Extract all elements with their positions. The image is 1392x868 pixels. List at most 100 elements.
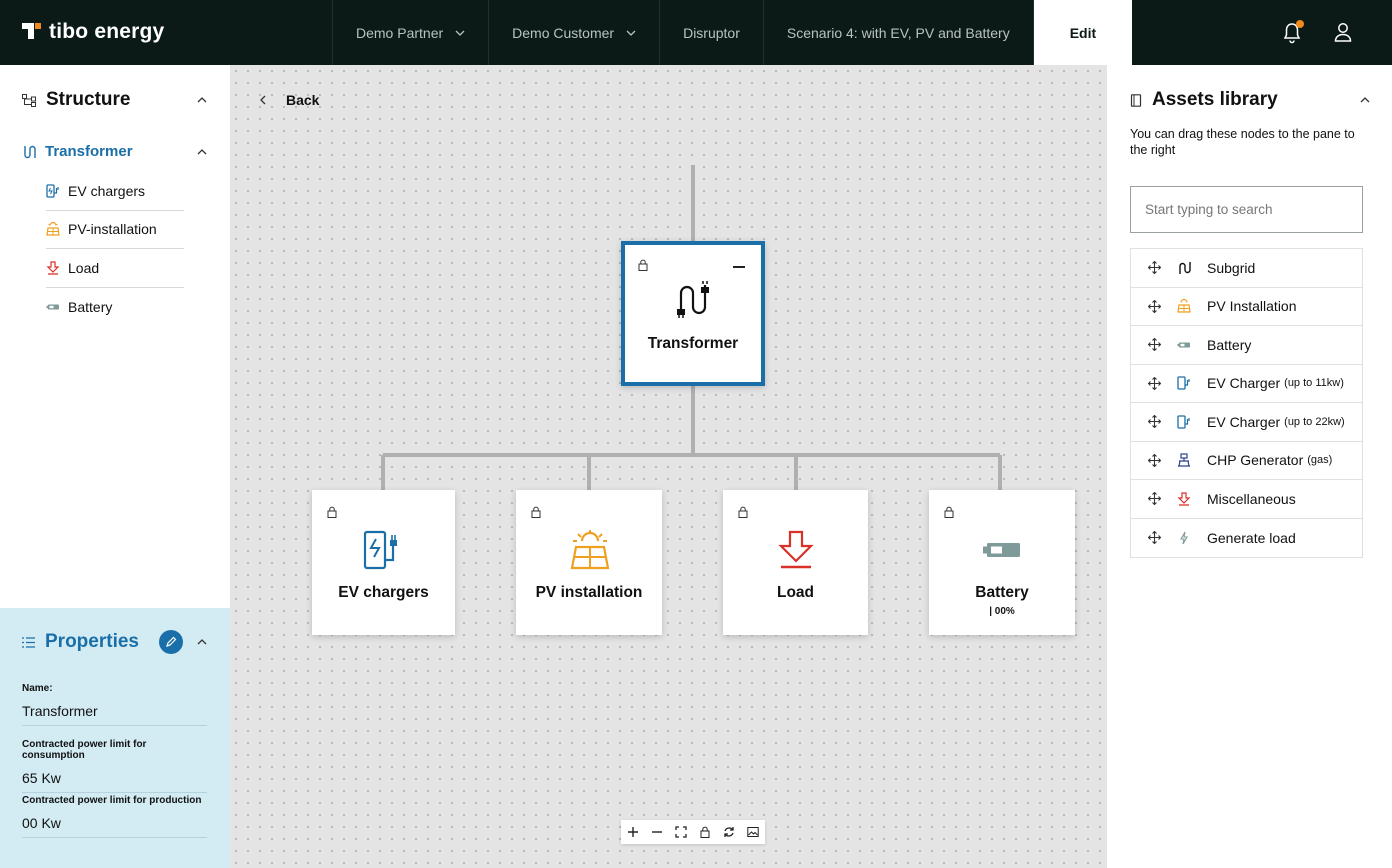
nav-scenario[interactable]: Scenario 4: with EV, PV and Battery xyxy=(762,0,1033,65)
property-value: 00 Kw xyxy=(22,815,207,838)
lock-canvas-button[interactable] xyxy=(693,820,717,844)
node-transformer[interactable]: Transformer xyxy=(621,241,765,386)
notification-badge xyxy=(1296,20,1304,28)
lock-icon[interactable] xyxy=(531,506,541,518)
notifications-button[interactable] xyxy=(1282,20,1304,44)
lock-icon[interactable] xyxy=(327,506,337,518)
asset-subgrid[interactable]: Subgrid xyxy=(1131,249,1362,288)
assets-section-header[interactable]: Assets library xyxy=(1130,89,1370,111)
chevron-down-icon xyxy=(455,30,465,36)
assets-library-panel: Assets library You can drag these nodes … xyxy=(1107,65,1392,868)
tree-item-pv-installation[interactable]: PV-installation xyxy=(46,211,184,249)
asset-label: Miscellaneous xyxy=(1207,490,1296,507)
refresh-button[interactable] xyxy=(717,820,741,844)
tree-item-label: EV chargers xyxy=(68,182,146,199)
properties-section-header[interactable]: Properties xyxy=(22,630,207,654)
tree-item-load[interactable]: Load xyxy=(46,249,184,288)
export-image-button[interactable] xyxy=(741,820,765,844)
brand-logo[interactable]: tibo energy xyxy=(22,20,164,44)
fit-view-icon xyxy=(675,826,687,838)
asset-generate-load[interactable]: Generate load xyxy=(1131,519,1362,558)
user-icon[interactable] xyxy=(1334,22,1352,42)
load-arrow-icon xyxy=(46,261,60,275)
pencil-icon xyxy=(166,636,177,647)
asset-miscellaneous[interactable]: Miscellaneous xyxy=(1131,480,1362,519)
drag-handle-icon[interactable] xyxy=(1147,453,1161,467)
fit-view-button[interactable] xyxy=(669,820,693,844)
asset-chp-generator[interactable]: CHP Generator (gas) xyxy=(1131,442,1362,480)
edit-button-label: Edit xyxy=(1069,24,1097,41)
property-label: Contracted power limit for production xyxy=(22,795,202,806)
edit-properties-button[interactable] xyxy=(159,630,183,654)
node-ev-chargers[interactable]: EV chargers xyxy=(312,490,455,635)
battery-icon xyxy=(1177,342,1190,348)
battery-icon xyxy=(983,543,1020,557)
drag-handle-icon[interactable] xyxy=(1147,415,1161,429)
drag-handle-icon[interactable] xyxy=(1147,261,1161,275)
tree-item-transformer[interactable]: Transformer xyxy=(22,143,207,160)
structure-section-header[interactable]: Structure xyxy=(22,89,207,111)
tree-root-label: Transformer xyxy=(45,143,133,160)
node-label: EV chargers xyxy=(338,584,429,601)
zoom-in-icon xyxy=(628,827,638,837)
collapse-icon[interactable] xyxy=(733,266,745,268)
drag-handle-icon[interactable] xyxy=(1147,492,1161,506)
nav-customer-dropdown[interactable]: Demo Customer xyxy=(488,0,659,65)
asset-label: PV Installation xyxy=(1207,298,1297,315)
ev-charger-icon xyxy=(363,530,397,570)
properties-title: Properties xyxy=(45,631,139,652)
solar-panel-icon xyxy=(1177,299,1191,313)
zoom-in-button[interactable] xyxy=(621,820,645,844)
drag-handle-icon[interactable] xyxy=(1147,299,1161,313)
lock-icon[interactable] xyxy=(638,259,648,271)
asset-label: CHP Generator xyxy=(1207,452,1304,469)
chevron-up-icon[interactable] xyxy=(1360,97,1370,103)
tree-item-battery[interactable]: Battery xyxy=(46,288,184,327)
chevron-up-icon[interactable] xyxy=(197,148,207,155)
chevron-up-icon[interactable] xyxy=(197,97,207,103)
brand-name: tibo energy xyxy=(49,20,165,43)
node-pv-installation[interactable]: PV installation xyxy=(516,490,662,635)
structure-tree-icon xyxy=(22,93,36,107)
context-navigation: Demo Partner Demo Customer Disruptor Sce… xyxy=(332,0,1133,65)
asset-ev-charger-22kw[interactable]: EV Charger (up to 22kw) xyxy=(1131,403,1362,442)
nav-partner-label: Demo Partner xyxy=(356,24,444,41)
property-name: Name: Transformer xyxy=(22,683,207,726)
node-label: Battery xyxy=(975,584,1029,601)
edit-button[interactable]: Edit xyxy=(1032,0,1133,65)
tree-item-ev-chargers[interactable]: EV chargers xyxy=(46,172,184,211)
drag-handle-icon[interactable] xyxy=(1147,376,1161,390)
structure-tree-children: EV chargers PV-installation Load Battery xyxy=(46,172,184,326)
asset-battery[interactable]: Battery xyxy=(1131,326,1362,365)
property-consumption-limit: Contracted power limit for consumption 6… xyxy=(22,739,207,793)
node-label: PV installation xyxy=(535,584,643,601)
node-load[interactable]: Load xyxy=(723,490,868,635)
asset-label: Battery xyxy=(1207,336,1252,353)
asset-label: EV Charger xyxy=(1207,413,1281,430)
chevron-up-icon[interactable] xyxy=(197,639,207,645)
lock-icon[interactable] xyxy=(738,506,748,518)
nav-partner-dropdown[interactable]: Demo Partner xyxy=(332,0,488,65)
top-navigation-bar: tibo energy Demo Partner Demo Customer D… xyxy=(0,0,1392,65)
property-production-limit: Contracted power limit for production 00… xyxy=(22,795,207,838)
load-arrow-icon xyxy=(1177,492,1191,506)
properties-panel: Properties Name: Transformer Contracted … xyxy=(0,608,230,868)
lock-icon xyxy=(700,826,710,838)
asset-suffix: (up to 22kw) xyxy=(1284,415,1345,428)
asset-search-input[interactable] xyxy=(1130,186,1363,233)
nav-disruptor[interactable]: Disruptor xyxy=(659,0,763,65)
drag-handle-icon[interactable] xyxy=(1147,531,1161,545)
ev-charger-icon xyxy=(1177,376,1190,390)
asset-suffix: (gas) xyxy=(1307,454,1333,467)
zoom-out-button[interactable] xyxy=(645,820,669,844)
book-icon xyxy=(1130,93,1142,107)
asset-list: Subgrid PV Installation Battery EV Charg… xyxy=(1130,248,1363,558)
drag-handle-icon[interactable] xyxy=(1147,338,1161,352)
node-battery[interactable]: Battery | 00% xyxy=(929,490,1075,635)
asset-pv-installation[interactable]: PV Installation xyxy=(1131,288,1362,326)
property-value: 65 Kw xyxy=(22,770,207,793)
image-icon xyxy=(747,827,759,837)
lock-icon[interactable] xyxy=(944,506,954,518)
diagram-canvas[interactable]: Back Transformer EV chargers PV installa… xyxy=(230,65,1107,868)
asset-ev-charger-11kw[interactable]: EV Charger (up to 11kw) xyxy=(1131,365,1362,403)
